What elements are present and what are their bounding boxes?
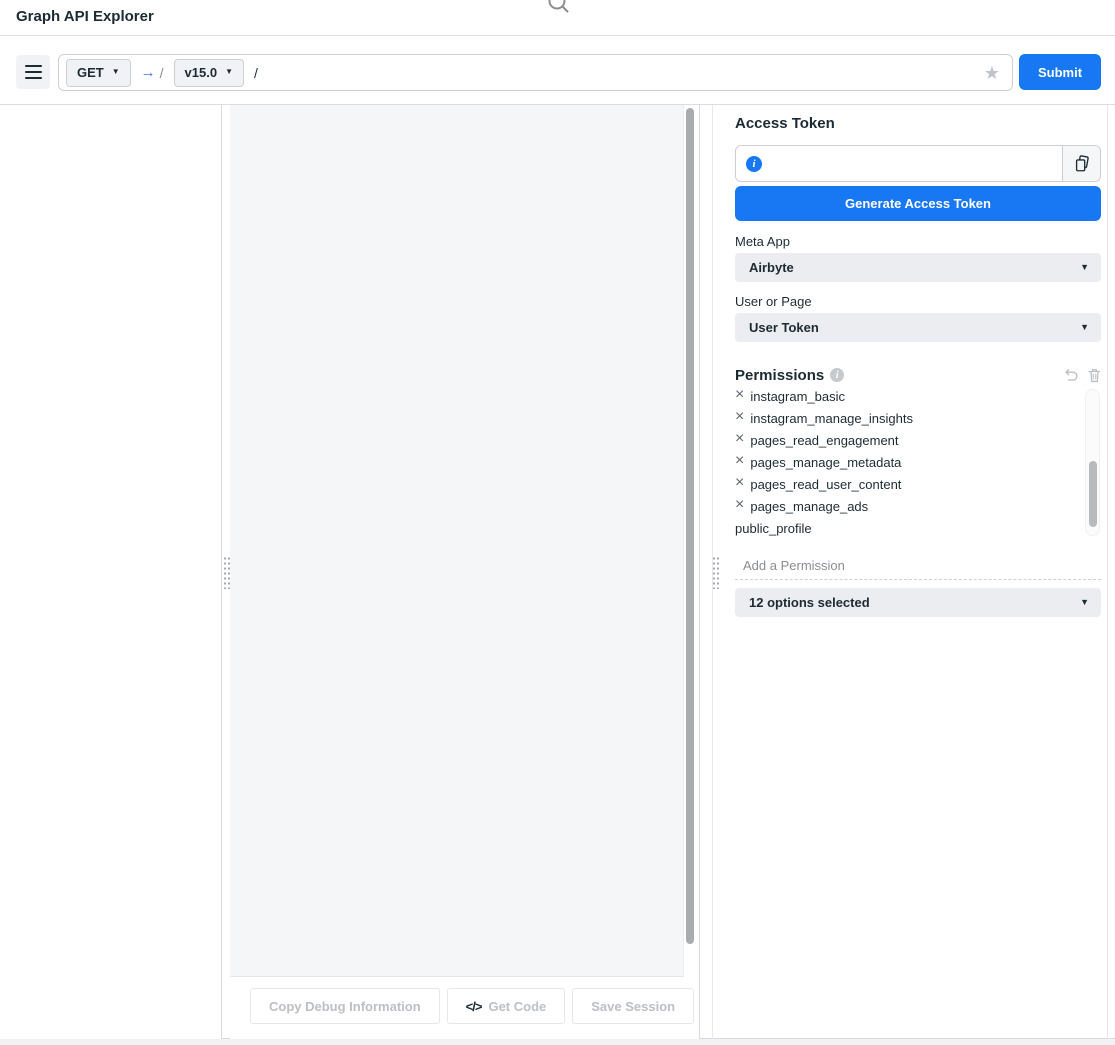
- remove-permission-icon[interactable]: ×: [735, 431, 744, 447]
- options-selected-count: 12 options selected: [749, 595, 870, 610]
- permission-label: instagram_basic: [750, 389, 845, 404]
- http-method-value: GET: [77, 65, 104, 80]
- remove-permission-icon[interactable]: ×: [735, 497, 744, 513]
- meta-app-label: Meta App: [735, 234, 790, 249]
- permission-row: × pages_read_engagement: [735, 429, 1080, 451]
- access-token-input[interactable]: [770, 146, 1062, 181]
- meta-app-dropdown[interactable]: Airbyte ▼: [735, 253, 1101, 282]
- api-version-value: v15.0: [185, 65, 218, 80]
- trash-icon: [1088, 368, 1101, 383]
- http-method-dropdown[interactable]: GET ▼: [66, 59, 131, 87]
- main-content: Copy Debug Information </> Get Code Save…: [0, 105, 1115, 1039]
- generate-access-token-button[interactable]: Generate Access Token: [735, 186, 1101, 221]
- permission-row: × pages_manage_metadata: [735, 451, 1080, 473]
- query-results-panel: Copy Debug Information </> Get Code Save…: [230, 105, 700, 1039]
- access-token-panel: Access Token i Generate Access Token Met…: [735, 105, 1101, 1039]
- left-resize-handle[interactable]: [223, 556, 230, 589]
- chevron-down-icon: ▼: [1080, 597, 1089, 607]
- permissions-header: Permissions i: [735, 365, 1101, 385]
- permission-label: instagram_manage_insights: [750, 411, 913, 426]
- copy-icon: [1073, 154, 1091, 174]
- remove-permission-icon[interactable]: ×: [735, 388, 744, 403]
- submit-button[interactable]: Submit: [1019, 54, 1101, 90]
- graph-api-explorer-app: Graph API Explorer GET ▼ → / v15.0 ▼ / ★…: [0, 0, 1115, 1039]
- permission-label: public_profile: [735, 521, 812, 536]
- right-edge-border: [1107, 105, 1108, 1039]
- permissions-scrollbar[interactable]: [1089, 461, 1097, 527]
- permission-label: pages_read_user_content: [750, 477, 901, 492]
- permission-label: pages_manage_ads: [750, 499, 868, 514]
- meta-app-selected: Airbyte: [749, 260, 794, 275]
- hamburger-icon: [25, 65, 42, 67]
- permission-row: × instagram_basic: [735, 388, 1080, 407]
- access-token-field: i: [735, 145, 1101, 182]
- api-version-dropdown[interactable]: v15.0 ▼: [174, 59, 244, 87]
- remove-permission-icon[interactable]: ×: [735, 409, 744, 425]
- permission-row: × pages_manage_ads: [735, 495, 1080, 517]
- user-or-page-label: User or Page: [735, 294, 812, 309]
- favorite-star-icon[interactable]: ★: [984, 64, 1000, 82]
- request-toolbar: GET ▼ → / v15.0 ▼ / ★ Submit: [0, 36, 1115, 105]
- permission-label: pages_manage_metadata: [750, 455, 901, 470]
- editor-scrollbar[interactable]: [686, 108, 694, 944]
- copy-token-button[interactable]: [1062, 146, 1100, 181]
- arrow-right-icon: →: [141, 64, 156, 81]
- session-footer-bar: Copy Debug Information </> Get Code Save…: [230, 977, 699, 1039]
- clear-permissions-button[interactable]: [1088, 368, 1101, 383]
- remove-permission-icon[interactable]: ×: [735, 453, 744, 469]
- permission-row: public_profile: [735, 517, 1080, 538]
- permissions-scrollbar-track: [1085, 389, 1100, 536]
- chevron-down-icon: ▼: [112, 67, 120, 76]
- permissions-list: × instagram_basic × instagram_manage_ins…: [735, 388, 1080, 538]
- dashed-separator: [735, 579, 1101, 580]
- remove-permission-icon[interactable]: ×: [735, 475, 744, 491]
- get-code-button[interactable]: </> Get Code: [447, 988, 566, 1024]
- permissions-summary-dropdown[interactable]: 12 options selected ▼: [735, 588, 1101, 617]
- chevron-down-icon: ▼: [1080, 262, 1089, 272]
- request-path: /: [254, 65, 258, 81]
- chevron-down-icon: ▼: [1080, 322, 1089, 332]
- menu-button[interactable]: [16, 55, 50, 89]
- left-sidebar: [0, 105, 222, 1039]
- info-icon: i: [746, 156, 762, 172]
- undo-icon: [1063, 368, 1079, 383]
- add-permission-input[interactable]: [735, 553, 1101, 577]
- query-editor-pane: [230, 105, 684, 977]
- page-title: Graph API Explorer: [16, 8, 154, 25]
- copy-debug-information-button[interactable]: Copy Debug Information: [250, 988, 440, 1024]
- code-icon: </>: [466, 999, 482, 1014]
- right-resize-handle[interactable]: [712, 556, 719, 589]
- permission-label: pages_read_engagement: [750, 433, 898, 448]
- permission-row: × pages_read_user_content: [735, 473, 1080, 495]
- title-bar: Graph API Explorer: [0, 0, 1115, 36]
- permissions-heading: Permissions: [735, 367, 824, 384]
- info-icon: i: [830, 368, 844, 382]
- request-url-bar[interactable]: GET ▼ → / v15.0 ▼ / ★: [58, 54, 1013, 91]
- chevron-down-icon: ▼: [225, 67, 233, 76]
- save-session-button[interactable]: Save Session: [572, 988, 694, 1024]
- search-icon[interactable]: [546, 0, 572, 15]
- permission-row: × instagram_manage_insights: [735, 407, 1080, 429]
- user-or-page-dropdown[interactable]: User Token ▼: [735, 313, 1101, 342]
- user-or-page-selected: User Token: [749, 320, 819, 335]
- path-slash: /: [160, 65, 164, 81]
- access-token-heading: Access Token: [735, 115, 835, 132]
- undo-permissions-button[interactable]: [1063, 368, 1079, 383]
